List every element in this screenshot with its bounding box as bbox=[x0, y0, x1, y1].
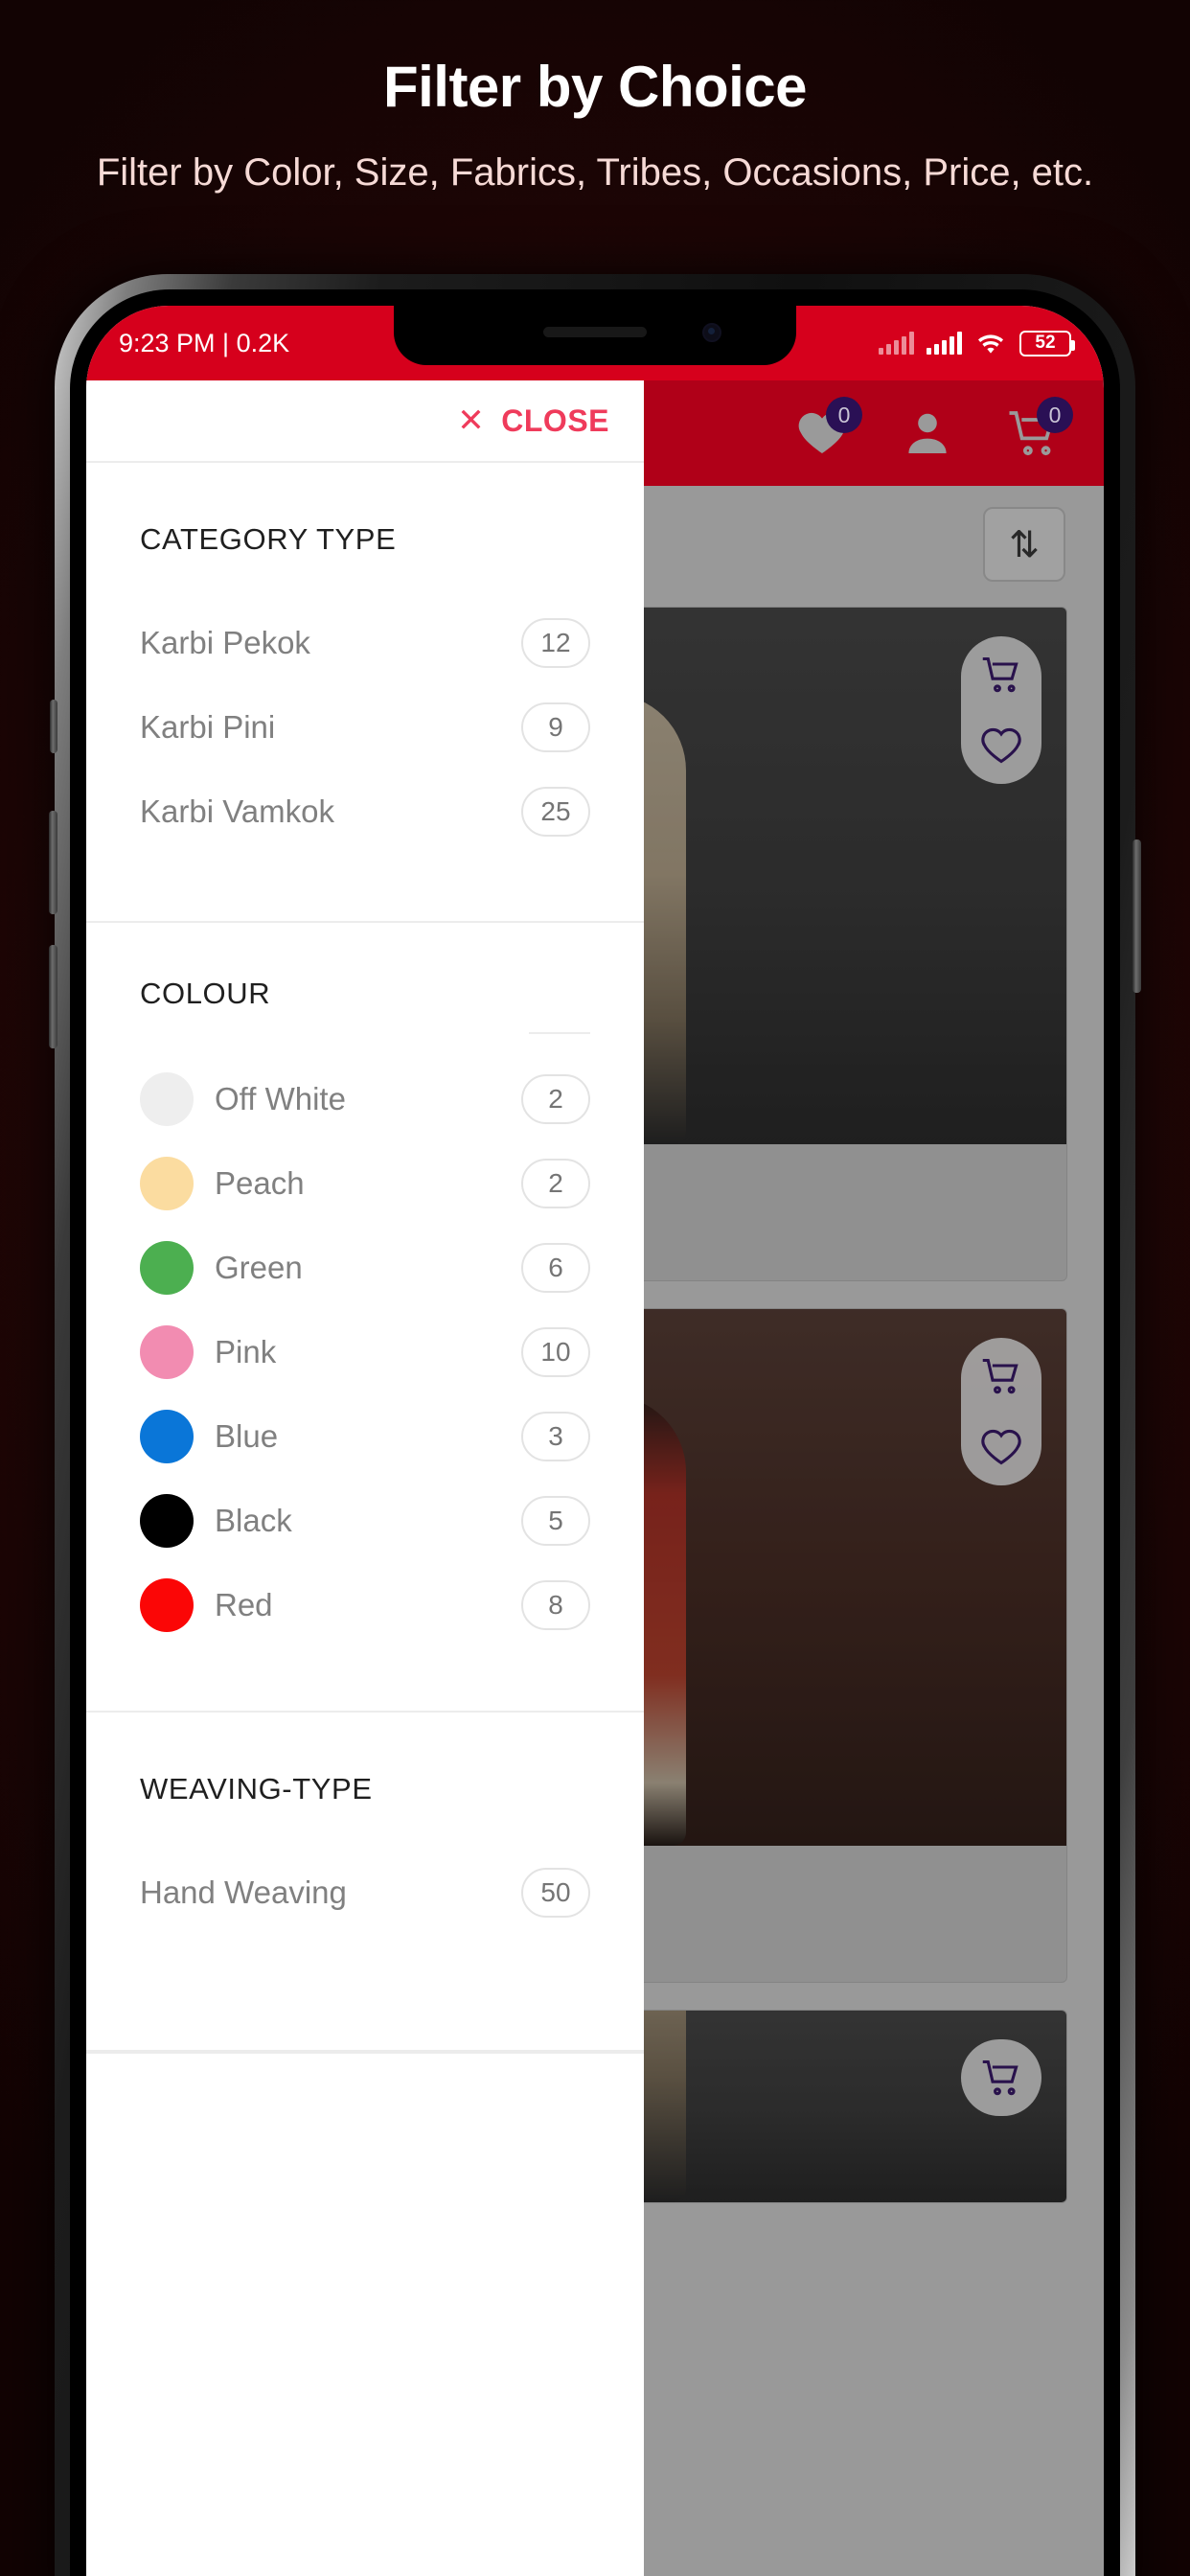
filter-option-pink[interactable]: Pink 10 bbox=[86, 1310, 644, 1394]
status-time-data: 9:23 PM | 0.2K bbox=[119, 328, 290, 357]
filter-option-label: Hand Weaving bbox=[140, 1874, 347, 1910]
colour-swatch-green bbox=[140, 1241, 194, 1295]
filter-option-karbi-vamkok[interactable]: Karbi Vamkok 25 bbox=[86, 770, 644, 854]
filter-option-label: Karbi Pini bbox=[140, 709, 276, 745]
wishlist-button[interactable]: 0 bbox=[795, 397, 862, 460]
filter-option-count: 10 bbox=[521, 1327, 590, 1377]
filter-option-karbi-pekok[interactable]: Karbi Pekok 12 bbox=[86, 601, 644, 685]
battery-icon: 52 bbox=[1019, 330, 1075, 356]
colour-swatch-peach bbox=[140, 1157, 194, 1210]
colour-swatch-black bbox=[140, 1494, 194, 1548]
filter-option-black[interactable]: Black 5 bbox=[86, 1479, 644, 1563]
filter-section-weaving-type: WEAVING-TYPE Hand Weaving 50 bbox=[86, 1713, 644, 2052]
filter-option-label: Karbi Pekok bbox=[140, 625, 310, 660]
filter-drawer: ✕ CLOSE CATEGORY TYPE Karbi Pekok 12 Kar… bbox=[86, 380, 644, 2576]
front-camera bbox=[702, 323, 721, 342]
colour-swatch-off-white bbox=[140, 1072, 194, 1126]
earpiece-speaker bbox=[543, 327, 647, 337]
signal-bars-icon bbox=[879, 332, 914, 355]
user-icon bbox=[908, 413, 947, 453]
filter-option-label: Blue bbox=[215, 1418, 279, 1454]
page-subtitle: Filter by Color, Size, Fabrics, Tribes, … bbox=[96, 151, 1094, 194]
filter-option-green[interactable]: Green 6 bbox=[86, 1226, 644, 1310]
phone-screen: 9:23 PM | 0.2K 52 0 0 ⇅ ✕ CLOSE CATEGORY… bbox=[86, 306, 1104, 2576]
filter-option-red[interactable]: Red 8 bbox=[86, 1563, 644, 1647]
section-divider bbox=[529, 1032, 590, 1034]
filter-option-count: 25 bbox=[521, 787, 590, 837]
filter-option-count: 50 bbox=[521, 1868, 590, 1918]
battery-level: 52 bbox=[1035, 333, 1056, 353]
promo-header: Filter by Choice Filter by Color, Size, … bbox=[0, 0, 1190, 198]
filter-option-count: 5 bbox=[521, 1496, 590, 1546]
drawer-header: ✕ CLOSE bbox=[86, 380, 644, 463]
filter-option-label: Karbi Vamkok bbox=[140, 794, 334, 829]
account-button[interactable] bbox=[901, 406, 954, 460]
filter-option-count: 9 bbox=[521, 702, 590, 752]
filter-option-off-white[interactable]: Off White 2 bbox=[86, 1057, 644, 1141]
filter-section-heading: WEAVING-TYPE bbox=[140, 1772, 373, 1806]
filter-option-label: Black bbox=[215, 1503, 292, 1538]
filter-option-count: 2 bbox=[521, 1159, 590, 1208]
cart-count-badge: 0 bbox=[1037, 397, 1073, 433]
filter-option-count: 2 bbox=[521, 1074, 590, 1124]
filter-option-count: 3 bbox=[521, 1412, 590, 1461]
signal-bars-icon-2 bbox=[927, 332, 962, 355]
filter-option-label: Peach bbox=[215, 1165, 305, 1201]
power-button[interactable] bbox=[1133, 840, 1141, 993]
filter-option-karbi-pini[interactable]: Karbi Pini 9 bbox=[86, 685, 644, 770]
filter-option-count: 8 bbox=[521, 1580, 590, 1630]
filter-option-peach[interactable]: Peach 2 bbox=[86, 1141, 644, 1226]
filter-option-blue[interactable]: Blue 3 bbox=[86, 1394, 644, 1479]
filter-option-label: Pink bbox=[215, 1334, 277, 1369]
filter-option-label: Red bbox=[215, 1587, 273, 1622]
mute-switch[interactable] bbox=[50, 700, 57, 753]
close-button[interactable]: ✕ CLOSE bbox=[457, 403, 609, 439]
phone-mockup: 9:23 PM | 0.2K 52 0 0 ⇅ ✕ CLOSE CATEGORY… bbox=[49, 274, 1141, 2576]
filter-section-heading: CATEGORY TYPE bbox=[140, 522, 397, 556]
filter-section-heading: COLOUR bbox=[140, 977, 271, 1010]
cart-button[interactable]: 0 bbox=[1006, 397, 1073, 460]
close-button-label: CLOSE bbox=[501, 402, 609, 438]
colour-swatch-pink bbox=[140, 1325, 194, 1379]
close-x-icon: ✕ bbox=[457, 402, 486, 439]
filter-option-hand-weaving[interactable]: Hand Weaving 50 bbox=[86, 1851, 644, 1935]
filter-option-label: Green bbox=[215, 1250, 303, 1285]
colour-swatch-blue bbox=[140, 1410, 194, 1463]
page-title: Filter by Choice bbox=[382, 55, 808, 119]
filter-section-colour: COLOUR Off White 2 Peach 2 Green 6 Pink … bbox=[86, 923, 644, 1713]
status-bar-right: 52 bbox=[879, 327, 1075, 359]
filter-option-label: Off White bbox=[215, 1081, 346, 1116]
volume-up-button[interactable] bbox=[49, 811, 57, 914]
filter-section-category-type: CATEGORY TYPE Karbi Pekok 12 Karbi Pini … bbox=[86, 463, 644, 923]
wifi-icon bbox=[977, 334, 1004, 354]
volume-down-button[interactable] bbox=[49, 945, 57, 1048]
filter-option-count: 12 bbox=[521, 618, 590, 668]
filter-option-count: 6 bbox=[521, 1243, 590, 1293]
status-bar-left: 9:23 PM | 0.2K bbox=[119, 329, 289, 358]
drawer-footer-space bbox=[86, 2052, 644, 2576]
display-notch bbox=[394, 306, 796, 365]
colour-swatch-red bbox=[140, 1578, 194, 1632]
wishlist-count-badge: 0 bbox=[826, 397, 862, 433]
